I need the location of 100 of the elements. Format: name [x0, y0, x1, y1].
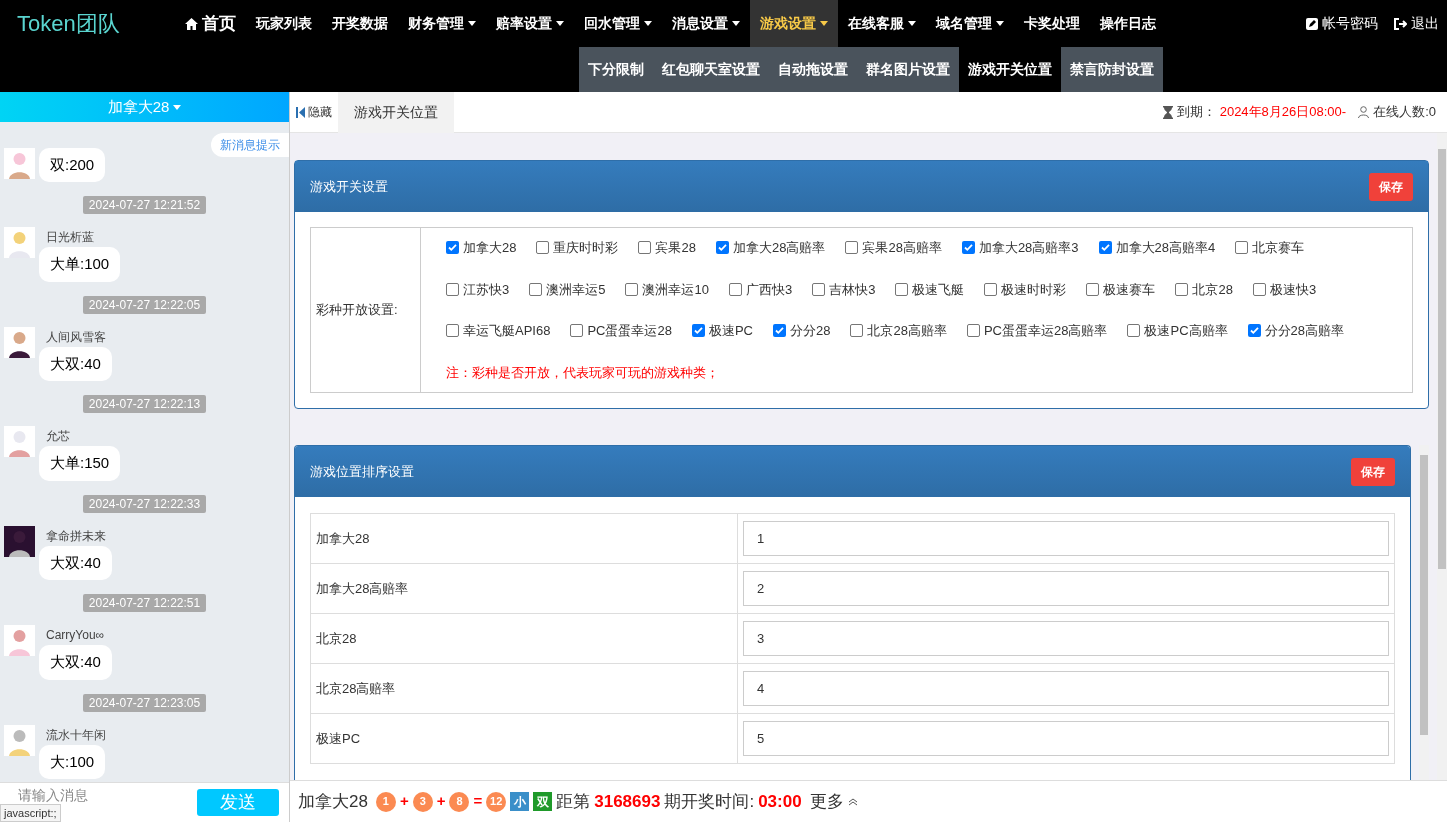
checkbox[interactable] [1086, 282, 1100, 296]
game-option[interactable]: PC蛋蛋幸运28 [570, 321, 672, 341]
checkbox[interactable] [1247, 324, 1261, 338]
game-option[interactable]: 北京28 [1175, 279, 1233, 299]
nav-item[interactable]: 卡奖处理 [1014, 0, 1090, 47]
nav-link[interactable]: 退出 [1394, 13, 1439, 34]
sender-name: 允芯 [46, 428, 70, 445]
game-option[interactable]: 加拿大28高赔率3 [961, 238, 1079, 258]
checkbox[interactable] [536, 241, 550, 255]
hide-button[interactable]: 隐藏 [290, 103, 338, 121]
game-option[interactable]: PC蛋蛋幸运28高赔率 [966, 321, 1108, 341]
checkbox[interactable] [625, 282, 639, 296]
game-option[interactable]: 加拿大28 [446, 238, 517, 258]
nav-item[interactable]: 回水管理 [574, 0, 662, 47]
game-option[interactable]: 幸运飞艇API68 [446, 321, 551, 341]
avatar-icon [4, 625, 35, 656]
user-icon [1358, 106, 1370, 118]
checkbox[interactable] [966, 324, 980, 338]
checkbox[interactable] [691, 324, 705, 338]
checkbox[interactable] [638, 241, 652, 255]
checkbox[interactable] [1235, 241, 1249, 255]
checkbox[interactable] [812, 282, 826, 296]
operator: + [436, 791, 446, 812]
game-option[interactable]: 极速时时彩 [984, 279, 1067, 299]
online-count: 在线人数:0 [1373, 103, 1436, 122]
nav-item[interactable]: 游戏设置 [750, 0, 838, 47]
scrollbar[interactable] [1419, 445, 1429, 780]
subnav-item[interactable]: 下分限制 [579, 47, 653, 92]
message-bubble: 大:100 [39, 744, 106, 779]
order-input[interactable]: 1 [743, 521, 1389, 556]
nav-item[interactable]: 消息设置 [662, 0, 750, 47]
game-option[interactable]: 广西快3 [728, 279, 793, 299]
order-input[interactable]: 5 [743, 721, 1389, 756]
caret-icon [820, 21, 828, 26]
order-input[interactable]: 2 [743, 571, 1389, 606]
nav-item[interactable]: 开奖数据 [322, 0, 398, 47]
message-bubble: 大双:40 [39, 545, 112, 580]
new-message-button[interactable]: 新消息提示 [211, 133, 289, 157]
order-input[interactable]: 4 [743, 671, 1389, 706]
subnav-item[interactable]: 红包聊天室设置 [653, 47, 769, 92]
nav-item[interactable]: 在线客服 [838, 0, 926, 47]
game-option[interactable]: 澳洲幸运5 [529, 279, 606, 299]
game-option[interactable]: 北京28高赔率 [850, 321, 947, 341]
nav-item[interactable]: 域名管理 [926, 0, 1014, 47]
game-option[interactable]: 极速赛车 [1086, 279, 1156, 299]
checkbox[interactable] [1127, 324, 1141, 338]
game-option[interactable]: 极速PC高赔率 [1127, 321, 1228, 341]
checkbox[interactable] [850, 324, 864, 338]
more-link[interactable]: 更多 [809, 788, 858, 815]
nav-link[interactable]: 帐号密码 [1306, 13, 1378, 34]
game-option[interactable]: 极速PC [691, 321, 753, 341]
checkbox[interactable] [446, 324, 459, 338]
game-option[interactable]: 分分28 [773, 321, 831, 341]
game-option[interactable]: 吉林快3 [812, 279, 876, 299]
game-option[interactable]: 重庆时时彩 [536, 238, 619, 258]
game-option[interactable]: 极速飞艇 [895, 279, 965, 299]
game-option[interactable]: 极速快3 [1252, 279, 1317, 299]
scrollbar[interactable] [1437, 133, 1447, 780]
game-option[interactable]: 江苏快3 [446, 279, 510, 299]
nav-item[interactable]: 财务管理 [398, 0, 486, 47]
checkbox[interactable] [529, 282, 543, 296]
nav-item[interactable]: 赔率设置 [486, 0, 574, 47]
countdown: 03:00 [758, 790, 802, 813]
checkbox[interactable] [715, 241, 729, 255]
checkbox[interactable] [446, 282, 459, 296]
checkbox[interactable] [1175, 282, 1189, 296]
game-option[interactable]: 北京赛车 [1235, 238, 1305, 258]
subnav-item[interactable]: 自动拖设置 [769, 47, 857, 92]
save-button[interactable]: 保存 [1351, 457, 1395, 486]
subnav-item[interactable]: 群名图片设置 [857, 47, 959, 92]
page-tab[interactable]: 游戏开关位置 [338, 91, 454, 133]
nav-item[interactable]: 首页 [175, 0, 246, 47]
game-option[interactable]: 加拿大28高赔率 [715, 238, 826, 258]
game-option[interactable]: 澳洲幸运10 [625, 279, 709, 299]
checkbox[interactable] [773, 324, 786, 338]
checkbox[interactable] [728, 282, 742, 296]
checkbox[interactable] [845, 241, 859, 255]
sender-name: 人间风雪客 [46, 328, 106, 346]
game-option[interactable]: 宾果28高赔率 [845, 238, 942, 258]
nav-item[interactable]: 玩家列表 [246, 0, 322, 47]
checkbox[interactable] [984, 282, 998, 296]
checkbox[interactable] [961, 241, 975, 255]
order-input[interactable]: 3 [743, 621, 1389, 656]
game-option[interactable]: 分分28高赔率 [1247, 321, 1344, 341]
checkbox[interactable] [895, 282, 909, 296]
sender-name: 流水十年闲 [46, 726, 106, 744]
sender-name: CarryYou∞ [46, 627, 105, 644]
checkbox[interactable] [570, 324, 584, 338]
nav-item[interactable]: 操作日志 [1090, 0, 1166, 47]
game-option[interactable]: 宾果28 [638, 238, 696, 258]
message-time: 2024-07-27 12:23:05 [82, 693, 207, 712]
panel-title: 游戏位置排序设置 [310, 462, 414, 481]
caret-icon [468, 21, 476, 26]
caret-icon [644, 21, 652, 26]
checkbox[interactable] [446, 241, 459, 255]
subnav-item[interactable]: 禁言防封设置 [1061, 47, 1163, 92]
game-option[interactable]: 加拿大28高赔率4 [1098, 238, 1216, 258]
checkbox[interactable] [1098, 241, 1112, 255]
save-button[interactable]: 保存 [1369, 172, 1413, 201]
checkbox[interactable] [1252, 282, 1266, 296]
